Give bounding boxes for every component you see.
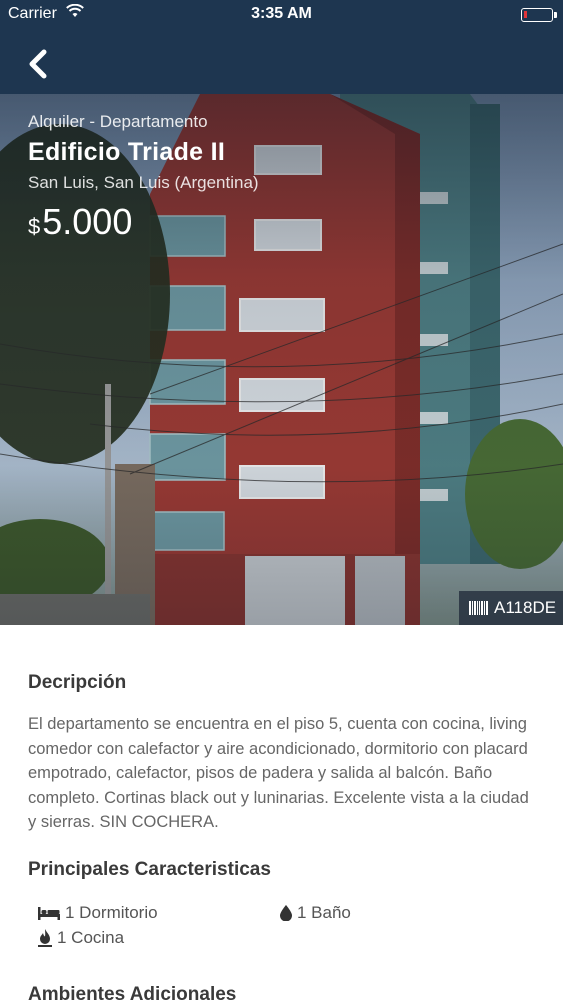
description-text: El departamento se encuentra en el piso … — [28, 715, 529, 831]
flame-icon — [38, 928, 52, 947]
listing-type: Alquiler - Departamento — [28, 112, 208, 131]
listing-code: A118DE — [494, 598, 557, 617]
listing-price: $5.000 — [28, 201, 259, 243]
listing-header: Alquiler - Departamento Edificio Triade … — [28, 112, 259, 243]
feature-bedrooms: 1 Dormitorio — [38, 903, 158, 923]
status-time: 3:35 AM — [251, 5, 312, 22]
chevron-left-icon — [29, 49, 47, 79]
features-title: Principales Caracteristicas — [28, 858, 271, 880]
feature-label: 1 Baño — [297, 902, 351, 922]
back-button[interactable] — [24, 44, 60, 84]
listing-title: Edificio Triade II — [28, 138, 226, 166]
bed-icon — [38, 906, 60, 920]
features-list: 1 Dormitorio 1 Baño 1 Cocina — [28, 903, 538, 963]
property-photo[interactable]: Alquiler - Departamento Edificio Triade … — [0, 94, 563, 625]
barcode-icon — [469, 601, 488, 615]
listing-details: Decripción El departamento se encuentra … — [28, 672, 538, 963]
feature-bathrooms: 1 Baño — [280, 903, 351, 923]
water-drop-icon — [280, 904, 292, 921]
battery-icon — [521, 8, 557, 22]
listing-location: San Luis, San Luis (Argentina) — [28, 173, 259, 192]
listing-code-badge: A118DE — [459, 591, 563, 625]
additional-rooms-title: Ambientes Adicionales — [28, 984, 237, 1000]
price-currency: $ — [28, 214, 41, 239]
description-title: Decripción — [28, 672, 127, 693]
price-amount: 5.000 — [42, 201, 133, 242]
feature-kitchen: 1 Cocina — [38, 928, 124, 948]
feature-label: 1 Dormitorio — [65, 902, 158, 922]
status-bar: Carrier 3:35 AM — [0, 0, 563, 32]
feature-label: 1 Cocina — [57, 927, 125, 947]
navigation-bar — [0, 32, 563, 94]
